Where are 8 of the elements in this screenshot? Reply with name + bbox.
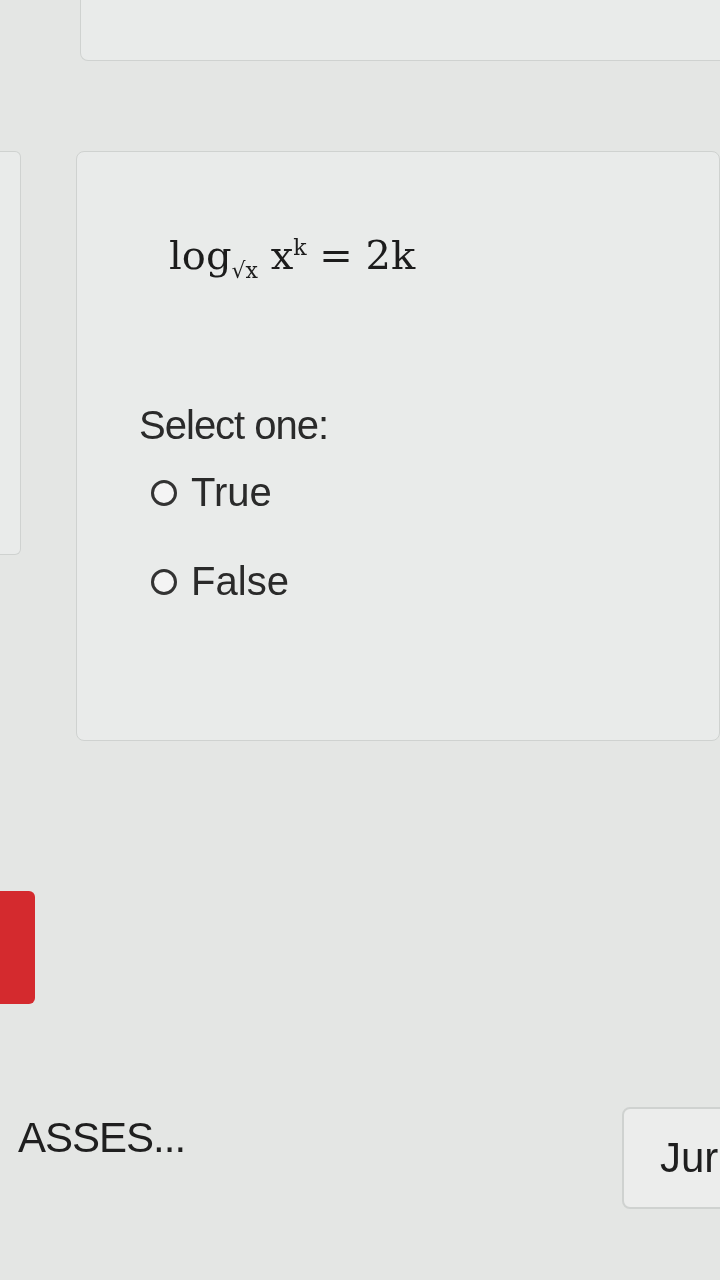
prompt-text: Select one:: [139, 403, 329, 448]
jump-button[interactable]: Jur: [622, 1107, 720, 1209]
previous-link[interactable]: ASSES...: [18, 1114, 186, 1162]
answer-option[interactable]: True: [151, 470, 272, 515]
radio-button[interactable]: [151, 479, 178, 506]
formula: log$_{√x}$ x$^{k}$ = 2k: [169, 232, 416, 283]
answer-option[interactable]: False: [151, 559, 289, 604]
radio-button[interactable]: [151, 568, 178, 595]
